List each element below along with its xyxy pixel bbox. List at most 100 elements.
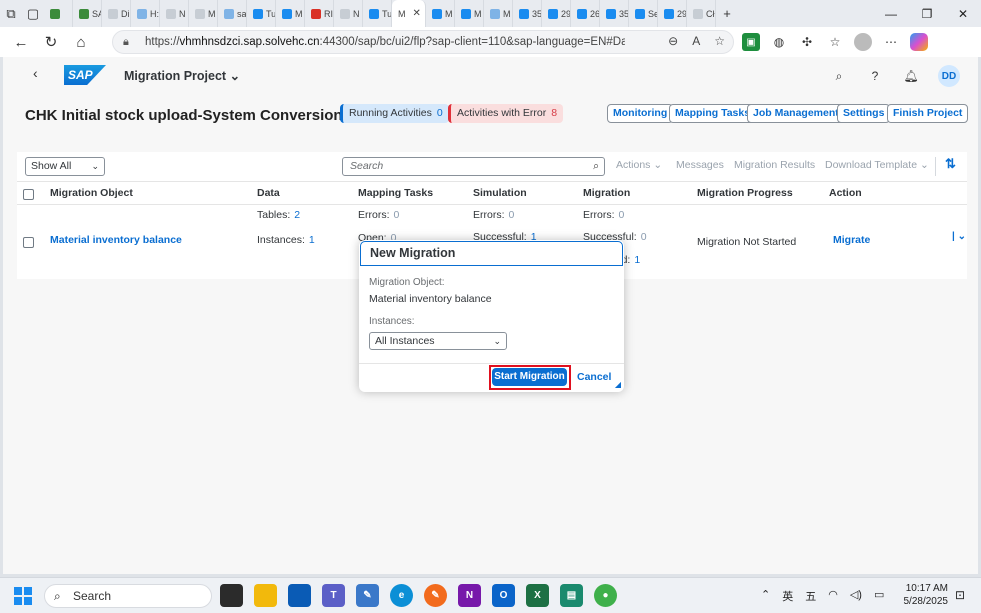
zoom-icon[interactable]: ⊖ [668,34,678,48]
browser-extension-icons: ▣ ◍ ✣ ☆ ⋯ [742,33,928,51]
tab-label: N [179,8,186,19]
chevron-down-icon: ⌄ [493,336,501,346]
tab-label: SA [92,8,101,19]
favorites-icon[interactable]: ☆ [826,33,844,51]
tab-after-3[interactable]: 35 [513,0,542,27]
tab-after-7[interactable]: Se [629,0,658,27]
restore-icon[interactable]: ❐ [909,0,945,27]
excel-icon[interactable]: X [526,584,549,607]
tab-after-4[interactable]: 29 [542,0,571,27]
tab-before-10[interactable]: N [334,0,363,27]
tab-before-7[interactable]: Tu [247,0,276,27]
volume-icon[interactable]: ◁) [850,588,862,604]
resize-handle-icon[interactable]: ◢ [615,380,621,389]
new-tab-button[interactable]: + [716,0,738,27]
tab-after-1[interactable]: M [455,0,484,27]
tray-overflow-chevron-icon[interactable]: ⌃ [761,588,770,604]
wechat-icon[interactable]: ● [594,584,617,607]
tab-before-3[interactable]: H: [131,0,160,27]
pen-app-icon[interactable]: ✎ [356,584,379,607]
close-window-icon[interactable]: ✕ [945,0,981,27]
tab-favicon-icon [253,8,263,19]
start-migration-button[interactable]: Start Migration [492,368,567,386]
vertical-tabs-icon[interactable]: ▢ [22,0,44,27]
back-arrow-icon[interactable]: ← [6,27,36,57]
extension-dark-icon[interactable]: ◍ [770,33,788,51]
tab-label: sa [237,8,247,19]
tab-before-0[interactable] [44,0,73,27]
tab-after-6[interactable]: 35 [600,0,629,27]
tab-favicon-icon [224,8,234,19]
tab-label: 29 [677,8,687,19]
minimize-icon[interactable]: — [873,0,909,27]
tab-before-6[interactable]: sa [218,0,247,27]
tab-after-5[interactable]: 26 [571,0,600,27]
file-explorer-icon[interactable] [254,584,277,607]
instances-select[interactable]: All Instances ⌄ [369,332,507,350]
tab-label: 35 [532,8,542,19]
tab-before-8[interactable]: M [276,0,305,27]
tab-label: 29 [561,8,571,19]
orange-app-icon[interactable]: ✎ [424,584,447,607]
close-tab-icon[interactable]: ✕ [413,8,421,19]
tab-before-2[interactable]: Di [102,0,131,27]
notepad-icon[interactable]: ▤ [560,584,583,607]
taskbar-search-input[interactable]: ⌕ Search [44,584,212,608]
store-icon[interactable] [288,584,311,607]
notification-center-icon[interactable]: ⊡ [955,588,965,602]
tab-before-5[interactable]: M [189,0,218,27]
url-field[interactable]: 🔒︎ https://vhmhnsdzci.sap.solvehc.cn:443… [112,30,734,54]
tab-label: M [445,8,453,19]
tab-after-8[interactable]: 29 [658,0,687,27]
tab-label: 26 [590,8,600,19]
tab-favicon-icon [195,8,205,19]
tab-favicon-icon [519,8,529,19]
tab-favicon-icon [461,8,471,19]
tab-label: M [503,8,511,19]
tab-active[interactable]: M ✕ [392,0,426,27]
copilot-icon[interactable] [910,33,928,51]
tab-after-2[interactable]: M [484,0,513,27]
cancel-button[interactable]: Cancel [577,371,611,383]
task-view-icon[interactable] [220,584,243,607]
instances-label: Instances: [369,316,415,327]
taskbar-clock[interactable]: 10:17 AM 5/28/2025 [898,582,949,608]
site-info-icon[interactable]: 🔒︎ [123,36,139,49]
windows-taskbar: ⌕ Search T ✎ e ✎ N O X ▤ ● ⌃ 英 五 ◠ ◁) ▭ 1… [0,577,981,613]
edge-browser-icon[interactable]: e [390,584,413,607]
tab-favicon-icon [79,8,89,19]
outlook-icon[interactable]: O [492,584,515,607]
profile-icon[interactable] [854,33,872,51]
tab-before-9[interactable]: RI [305,0,334,27]
more-menu-icon[interactable]: ⋯ [882,33,900,51]
sap-fiori-page: ‹ SAP Migration Project ⌄ ⌕ ? 🔔︎ DD CHK … [3,57,978,574]
ime-mode-indicator[interactable]: 五 [805,588,816,604]
tab-before-4[interactable]: N [160,0,189,27]
workspaces-icon[interactable]: ⧉ [0,0,22,27]
teams-icon[interactable]: T [322,584,345,607]
windows-start-icon[interactable] [14,587,32,605]
extension-green-icon[interactable]: ▣ [742,33,760,51]
onenote-icon[interactable]: N [458,584,481,607]
tab-favicon-icon [282,8,292,19]
tab-label: 35 [619,8,629,19]
tab-before-11[interactable]: Tu [363,0,392,27]
tab-label: M [474,8,482,19]
extensions-puzzle-icon[interactable]: ✣ [798,33,816,51]
migration-object-label: Migration Object: [369,277,445,288]
tab-before-1[interactable]: SA [73,0,102,27]
wifi-icon[interactable]: ◠ [828,588,838,604]
refresh-icon[interactable]: ↻ [36,27,66,57]
ime-language-indicator[interactable]: 英 [782,588,793,604]
taskbar-apps: T ✎ e ✎ N O X ▤ ● [220,584,617,607]
battery-icon[interactable]: ▭ [874,588,884,604]
tab-label: Cł [706,8,715,19]
read-aloud-icon[interactable]: A [692,34,700,48]
url-text: https://vhmhnsdzci.sap.solvehc.cn:44300/… [145,36,625,48]
tab-after-9[interactable]: Cł [687,0,716,27]
tab-favicon-icon [635,8,645,19]
home-icon[interactable]: ⌂ [66,27,96,57]
tab-after-0[interactable]: M [426,0,455,27]
tab-favicon-icon [369,8,379,19]
favorite-star-icon[interactable]: ☆ [714,34,725,48]
